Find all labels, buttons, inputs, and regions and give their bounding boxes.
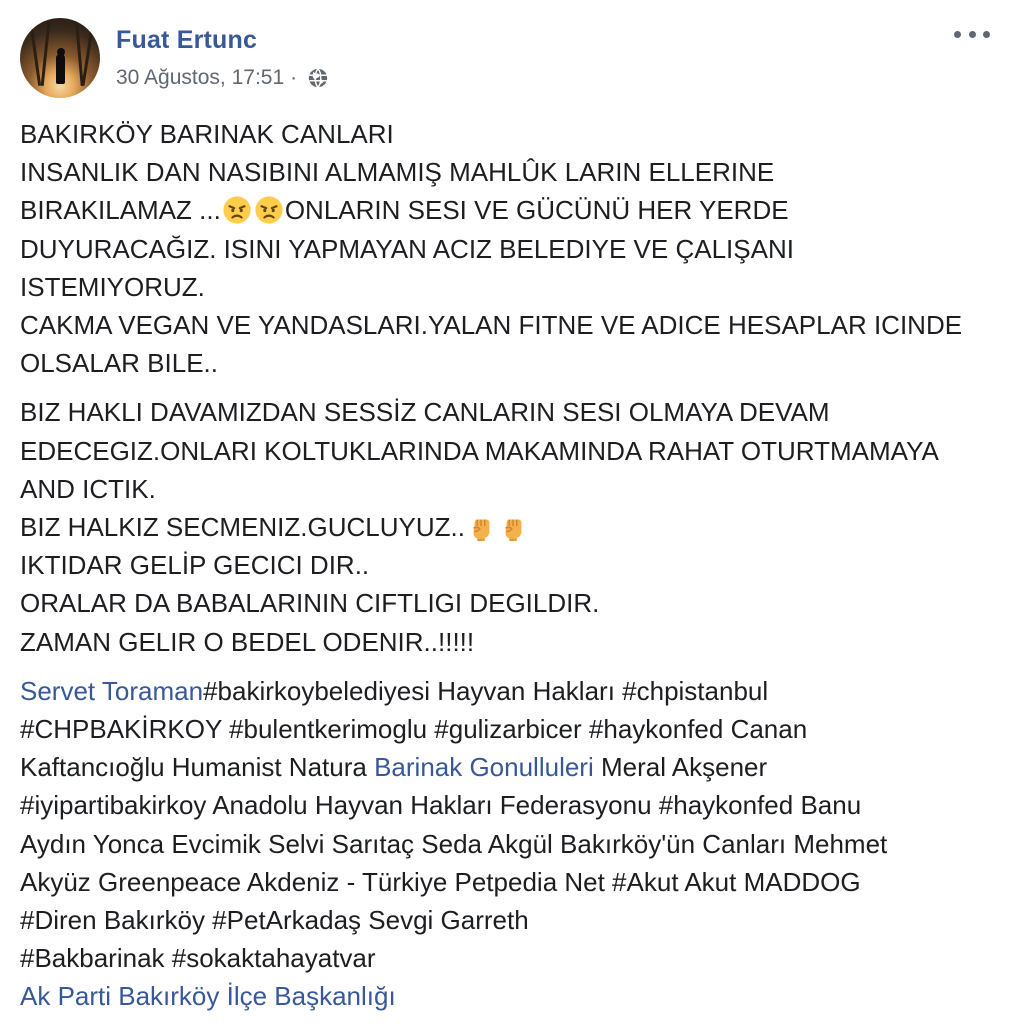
raised-fist-icon	[473, 519, 490, 542]
text-line: CAKMA VEGAN VE YANDASLARI.YALAN FITNE VE…	[20, 310, 963, 341]
author-name[interactable]: Fuat Ertunc	[116, 26, 257, 55]
text-line: BIZ HALKIZ SECMENIZ.GUCLUYUZ..	[20, 508, 1010, 546]
text-line: OLSALAR BILE..	[20, 348, 218, 379]
post-body: BAKIRKÖY BARINAK CANLARI INSANLIK DAN NA…	[20, 115, 1010, 1027]
text-line: #Diren Bakırköy #PetArkadaş Sevgi Garret…	[20, 905, 529, 936]
post-header: Fuat Ertunc 30 Ağustos, 17:51 ·	[20, 18, 994, 102]
text-line: Akyüz Greenpeace Akdeniz - Türkiye Petpe…	[20, 866, 861, 897]
mention-link[interactable]: Barinak Gonulluleri	[374, 752, 594, 782]
more-options-icon[interactable]	[954, 24, 990, 44]
text-segment: BIRAKILAMAZ ...	[20, 195, 221, 226]
text-segment: Meral Akşener	[593, 752, 768, 783]
mention-link[interactable]: Ak Parti Bakırköy İlçe Başkanlığı	[20, 977, 1010, 1015]
globe-icon[interactable]	[307, 67, 329, 89]
raised-fist-icon	[505, 519, 522, 542]
text-line: IKTIDAR GELİP GECICI DIR..	[20, 550, 370, 581]
text-segment: BIZ HALKIZ SECMENIZ.GUCLUYUZ..	[20, 512, 465, 543]
facebook-post: Fuat Ertunc 30 Ağustos, 17:51 · BAKIRKÖY…	[0, 0, 1014, 1024]
mention-link[interactable]: Servet Toraman	[20, 676, 203, 706]
text-segment: Kaftancıoğlu Humanist Natura	[20, 752, 375, 783]
text-line: #CHPBAKİRKOY #bulentkerimoglu #gulizarbi…	[20, 714, 808, 745]
paragraph-2: BIZ HAKLI DAVAMIZDAN SESSİZ CANLARIN SES…	[20, 393, 1010, 660]
text-line: AND ICTIK.	[20, 473, 156, 504]
text-line: #Bakbarinak #sokaktahayatvar	[20, 943, 376, 974]
post-timestamp[interactable]: 30 Ağustos, 17:51	[116, 66, 284, 90]
text-line: Aydın Yonca Evcimik Selvi Sarıtaç Seda A…	[20, 828, 888, 859]
text-segment: #bakirkoybelediyesi Hayvan Hakları #chpi…	[203, 675, 769, 706]
text-line: ISTEMIYORUZ.	[20, 271, 205, 302]
text-line: BIRAKILAMAZ ... ONLARIN SESI VE GÜCÜNÜ HE…	[20, 191, 1010, 229]
text-line: BIZ HAKLI DAVAMIZDAN SESSİZ CANLARIN SES…	[20, 397, 830, 428]
text-line: INSANLIK DAN NASIBINI ALMAMIŞ MAHLÛK LAR…	[20, 157, 775, 188]
angry-face-icon	[223, 196, 251, 224]
meta-separator: ·	[290, 66, 298, 89]
angry-face-icon	[255, 196, 283, 224]
post-meta: 30 Ağustos, 17:51 ·	[116, 66, 329, 90]
text-segment: ONLARIN SESI VE GÜCÜNÜ HER YERDE	[284, 195, 789, 226]
text-line: #iyipartibakirkoy Anadolu Hayvan Hakları…	[20, 790, 862, 821]
text-line: EDECEGIZ.ONLARI KOLTUKLARINDA MAKAMINDA …	[20, 435, 939, 466]
paragraph-3: Servet Toraman#bakirkoybelediyesi Hayvan…	[20, 672, 1010, 1016]
text-line: ZAMAN GELIR O BEDEL ODENIR..!!!!!	[20, 626, 475, 657]
text-line: BAKIRKÖY BARINAK CANLARI	[20, 119, 394, 149]
avatar[interactable]	[20, 18, 100, 98]
text-line: DUYURACAĞIZ. ISINI YAPMAYAN ACIZ BELEDIY…	[20, 233, 794, 264]
paragraph-1: BAKIRKÖY BARINAK CANLARI INSANLIK DAN NA…	[20, 115, 1010, 382]
text-line: Servet Toraman#bakirkoybelediyesi Hayvan…	[20, 672, 1010, 710]
text-line: ORALAR DA BABALARININ CIFTLIGI DEGILDIR.	[20, 588, 600, 619]
text-line: Kaftancıoğlu Humanist Natura Barinak Gon…	[20, 748, 1010, 786]
